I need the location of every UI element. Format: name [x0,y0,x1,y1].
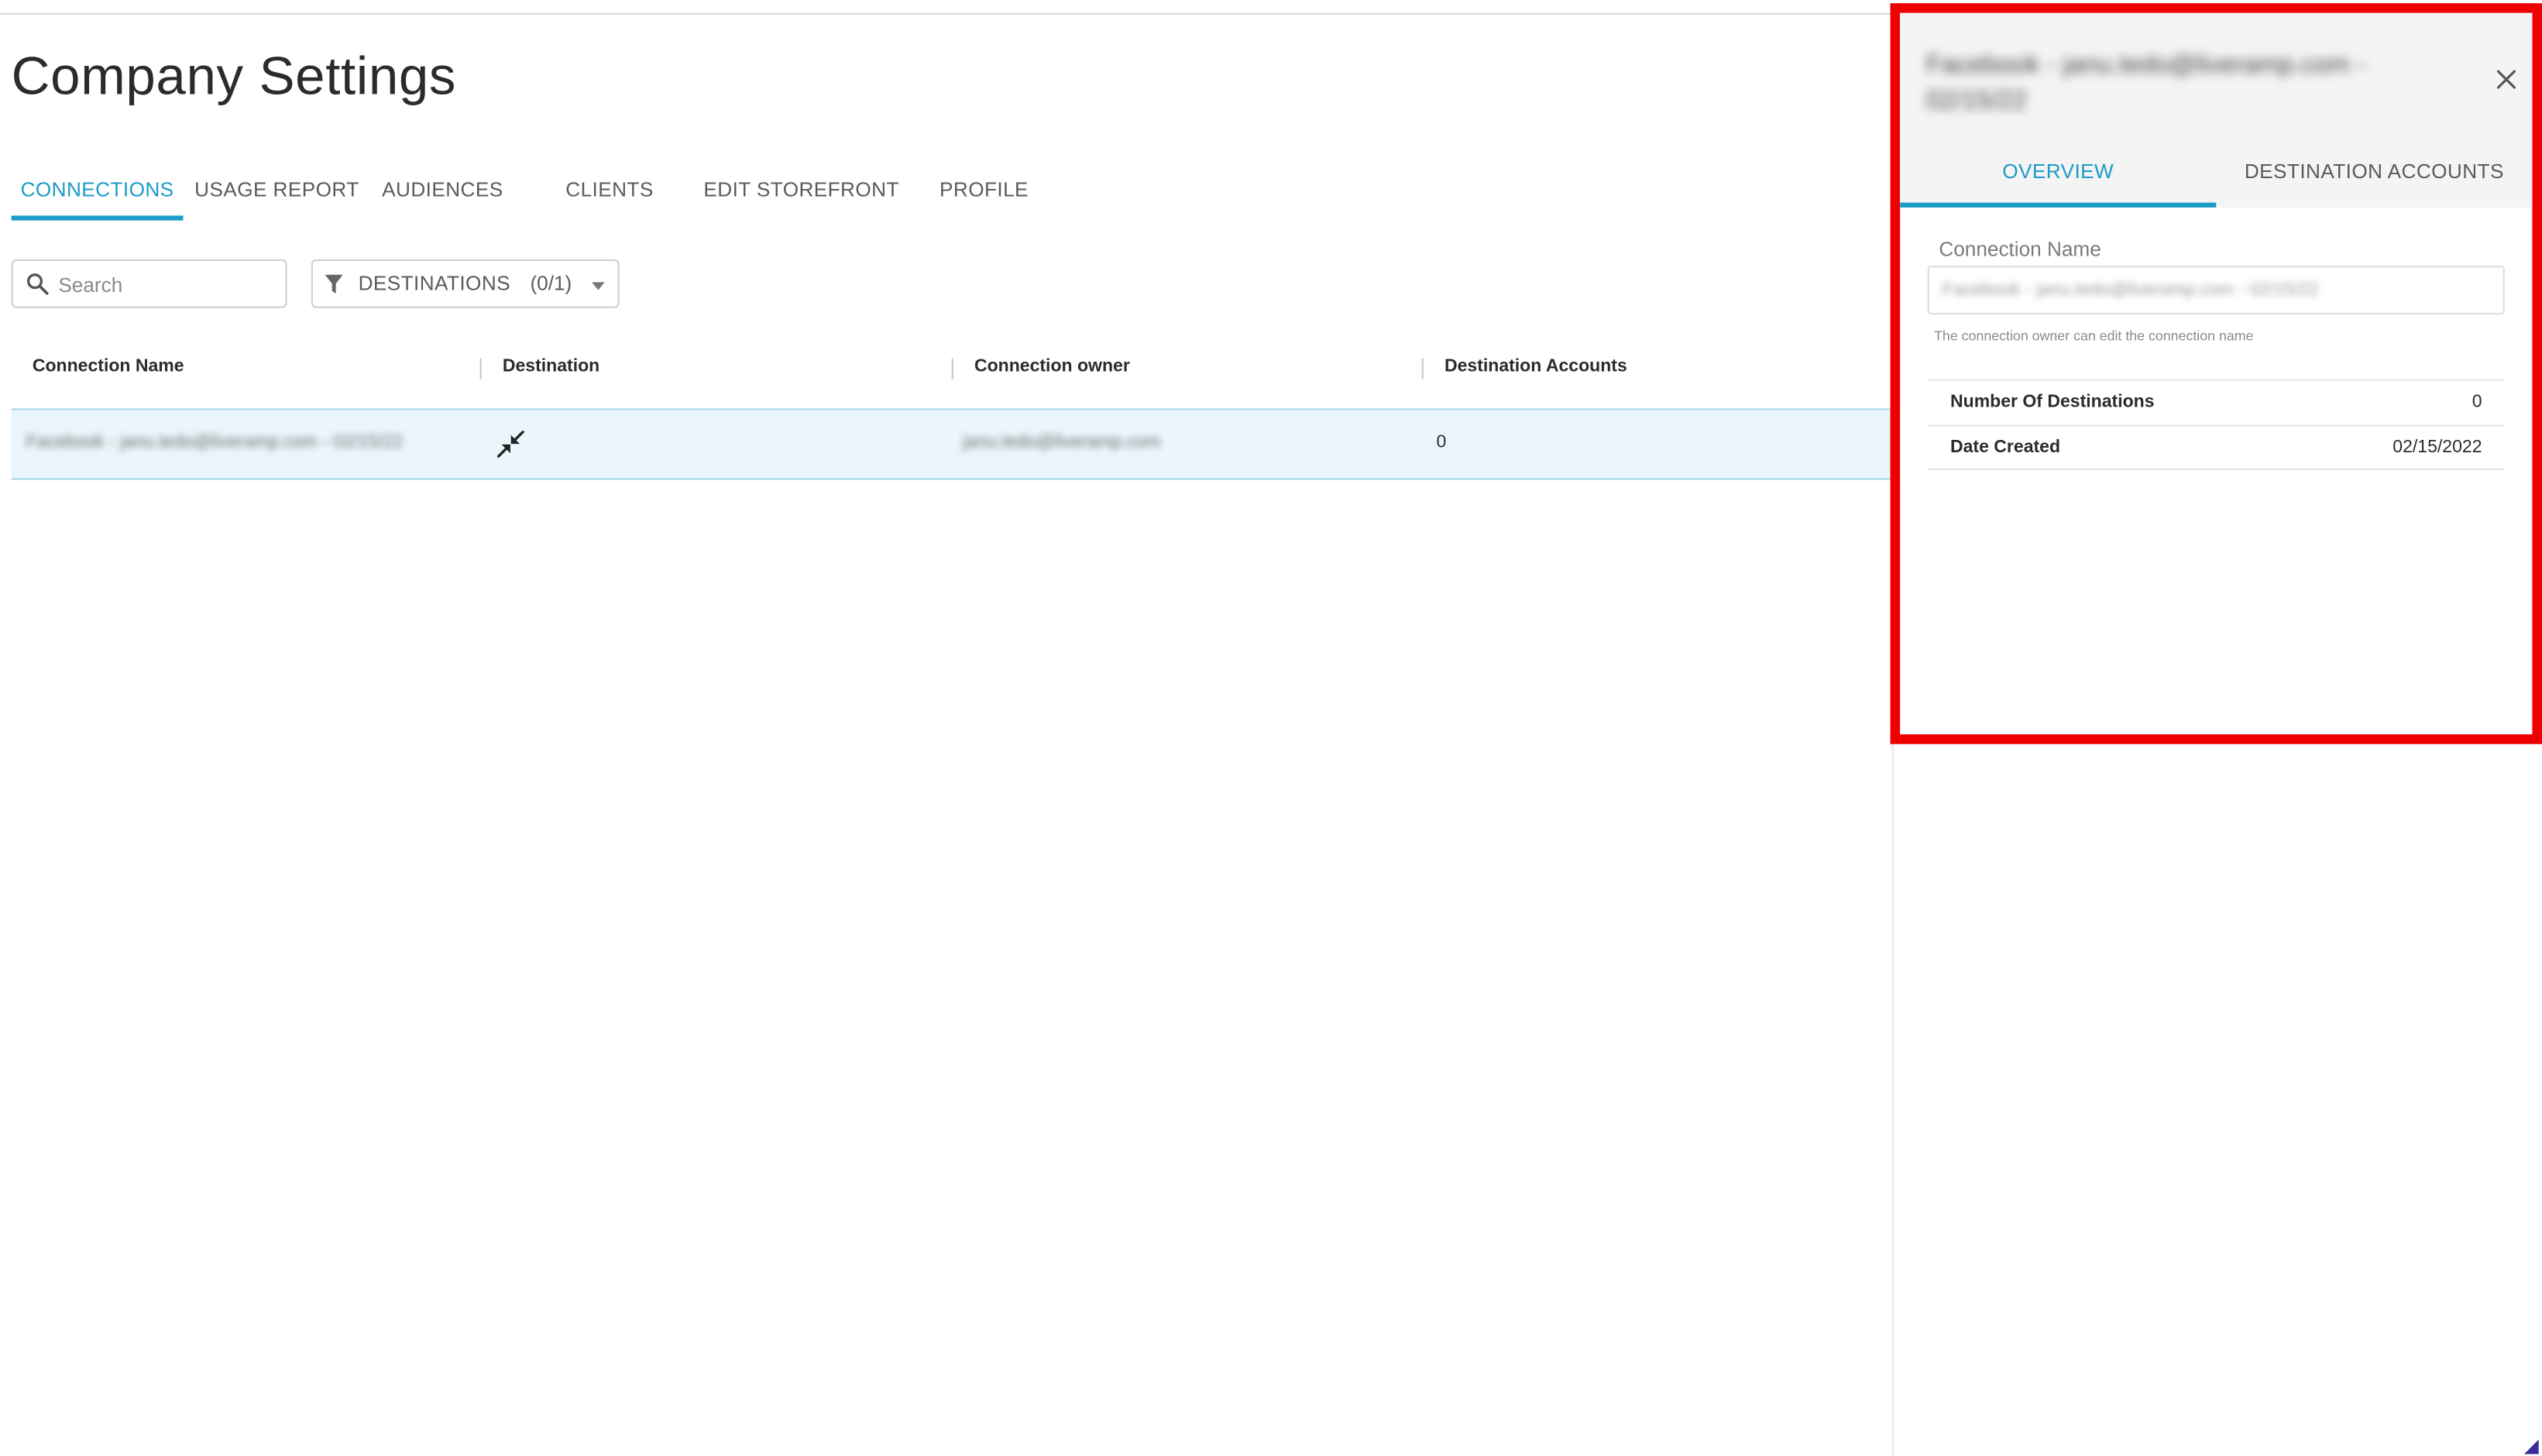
panel-tabs: OVERVIEW DESTINATION ACCOUNTS [1900,136,2533,208]
resize-corner-icon [2523,1439,2539,1454]
column-divider [951,358,953,379]
detail-label: Date Created [1949,438,2061,458]
connection-details-panel: Facebook - janu.tedo@liveramp.com - 02/1… [1890,3,2542,744]
close-icon[interactable] [2496,70,2516,89]
panel-divider [1891,742,1894,1456]
detail-row-date-created: Date Created 02/15/2022 [1927,424,2505,470]
destinations-filter-dropdown[interactable]: DESTINATIONS (0/1) [311,259,620,308]
caret-down-icon [591,282,605,290]
search-icon [26,273,49,295]
connection-name-value: Facebook - janu.tedo@liveramp.com - 02/1… [1942,280,2320,300]
search-input[interactable] [55,260,289,310]
tab-profile[interactable]: PROFILE [936,169,1033,221]
search-field[interactable] [11,259,289,310]
page-root: Company Settings CONNECTIONS USAGE REPOR… [0,0,2542,1456]
tab-destination-accounts[interactable]: DESTINATION ACCOUNTS [2216,136,2532,208]
filter-label: DESTINATIONS [358,272,510,295]
tab-connections[interactable]: CONNECTIONS [11,169,184,221]
tab-clients[interactable]: CLIENTS [559,169,660,221]
detail-row-number-of-destinations: Number Of Destinations 0 [1927,379,2505,425]
tab-overview[interactable]: OVERVIEW [1900,136,2217,208]
filter-icon [325,274,343,294]
connection-name-field[interactable]: Facebook - janu.tedo@liveramp.com - 02/1… [1927,266,2505,315]
connection-name-label: Connection Name [1939,238,2101,261]
top-divider [0,12,1891,15]
connection-owner-cell: janu.tedo@liveramp.com [963,432,1161,452]
connection-name-helper-text: The connection owner can edit the connec… [1934,327,2254,344]
settings-tabs: CONNECTIONS USAGE REPORT AUDIENCES CLIEN… [11,169,1146,221]
filter-count: (0/1) [530,272,572,295]
page-title: Company Settings [11,45,457,106]
tab-usage-report[interactable]: USAGE REPORT [194,169,359,221]
detail-value: 02/15/2022 [2393,438,2482,458]
destination-accounts-cell: 0 [1436,432,1447,452]
column-header-destination[interactable]: Destination [503,356,599,376]
connection-name-cell: Facebook - janu.tedo@liveramp.com - 02/1… [26,432,404,452]
column-header-destination-accounts[interactable]: Destination Accounts [1444,356,1627,376]
column-divider [479,358,482,379]
column-header-connection-owner[interactable]: Connection owner [974,356,1130,376]
table-row[interactable]: Facebook - janu.tedo@liveramp.com - 02/1… [11,408,1891,480]
tab-edit-storefront[interactable]: EDIT STOREFRONT [703,169,898,221]
panel-title: Facebook - janu.tedo@liveramp.com - 02/1… [1925,51,2366,115]
detail-value: 0 [2472,392,2482,412]
tab-audiences[interactable]: AUDIENCES [381,169,504,221]
compress-arrows-icon [496,431,524,458]
panel-header: Facebook - janu.tedo@liveramp.com - 02/1… [1900,12,2533,136]
column-header-connection-name[interactable]: Connection Name [33,356,184,376]
detail-label: Number Of Destinations [1949,392,2155,412]
table-header: Connection Name Destination Connection o… [12,344,1891,393]
column-divider [1421,358,1424,379]
